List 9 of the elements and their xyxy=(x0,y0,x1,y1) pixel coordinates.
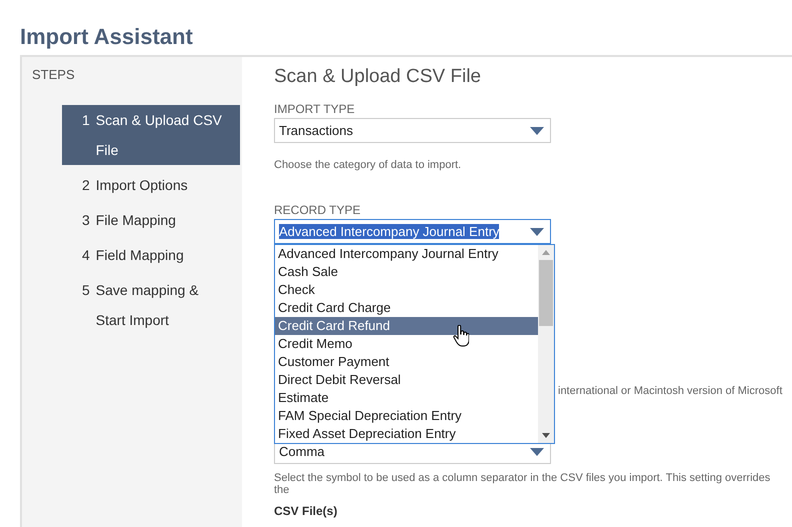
field-label: RECORD TYPE xyxy=(274,203,362,217)
section-title: Scan & Upload CSV File xyxy=(274,66,482,88)
field-label: CSV File(s) xyxy=(274,504,338,518)
help-text: Choose the category of data to import. xyxy=(274,159,462,171)
field-label: IMPORT TYPE xyxy=(274,102,356,116)
page-title: Import Assistant xyxy=(20,23,194,51)
steps-heading: STEPS xyxy=(31,66,76,84)
help-text: international or Macintosh version of Microsoft xyxy=(558,385,784,399)
help-text: Select the symbol to be used as a column separator in the CSV files you import. This setting overrides the xyxy=(274,472,772,496)
